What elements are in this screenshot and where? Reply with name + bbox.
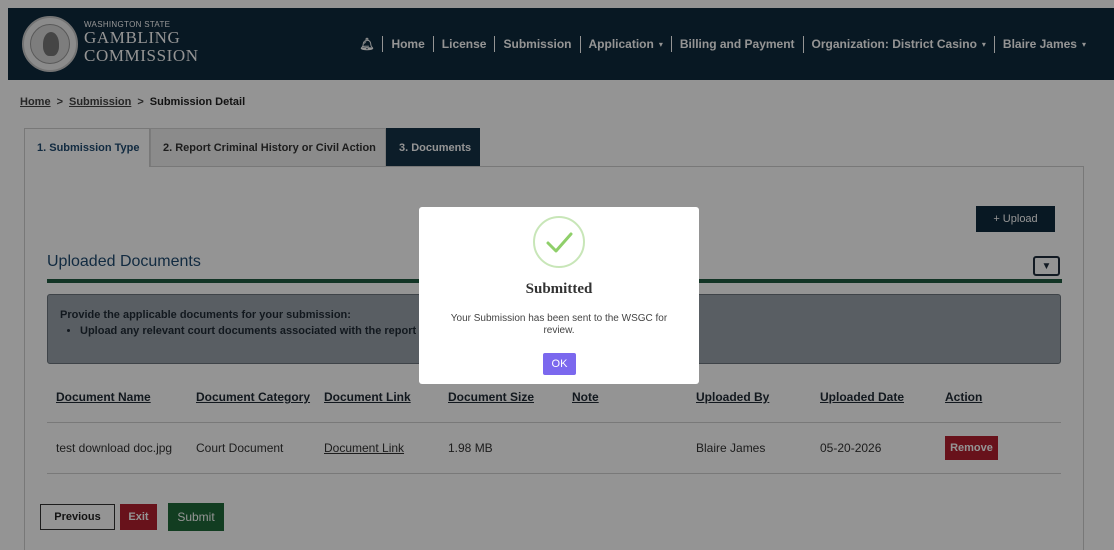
ok-button[interactable]: OK xyxy=(543,353,576,375)
submitted-dialog: Submitted Your Submission has been sent … xyxy=(419,207,699,384)
dialog-message: Your Submission has been sent to the WSG… xyxy=(450,313,668,336)
checkmark-icon xyxy=(546,232,573,253)
check-circle-icon xyxy=(533,216,585,268)
dialog-title: Submitted xyxy=(525,281,593,297)
